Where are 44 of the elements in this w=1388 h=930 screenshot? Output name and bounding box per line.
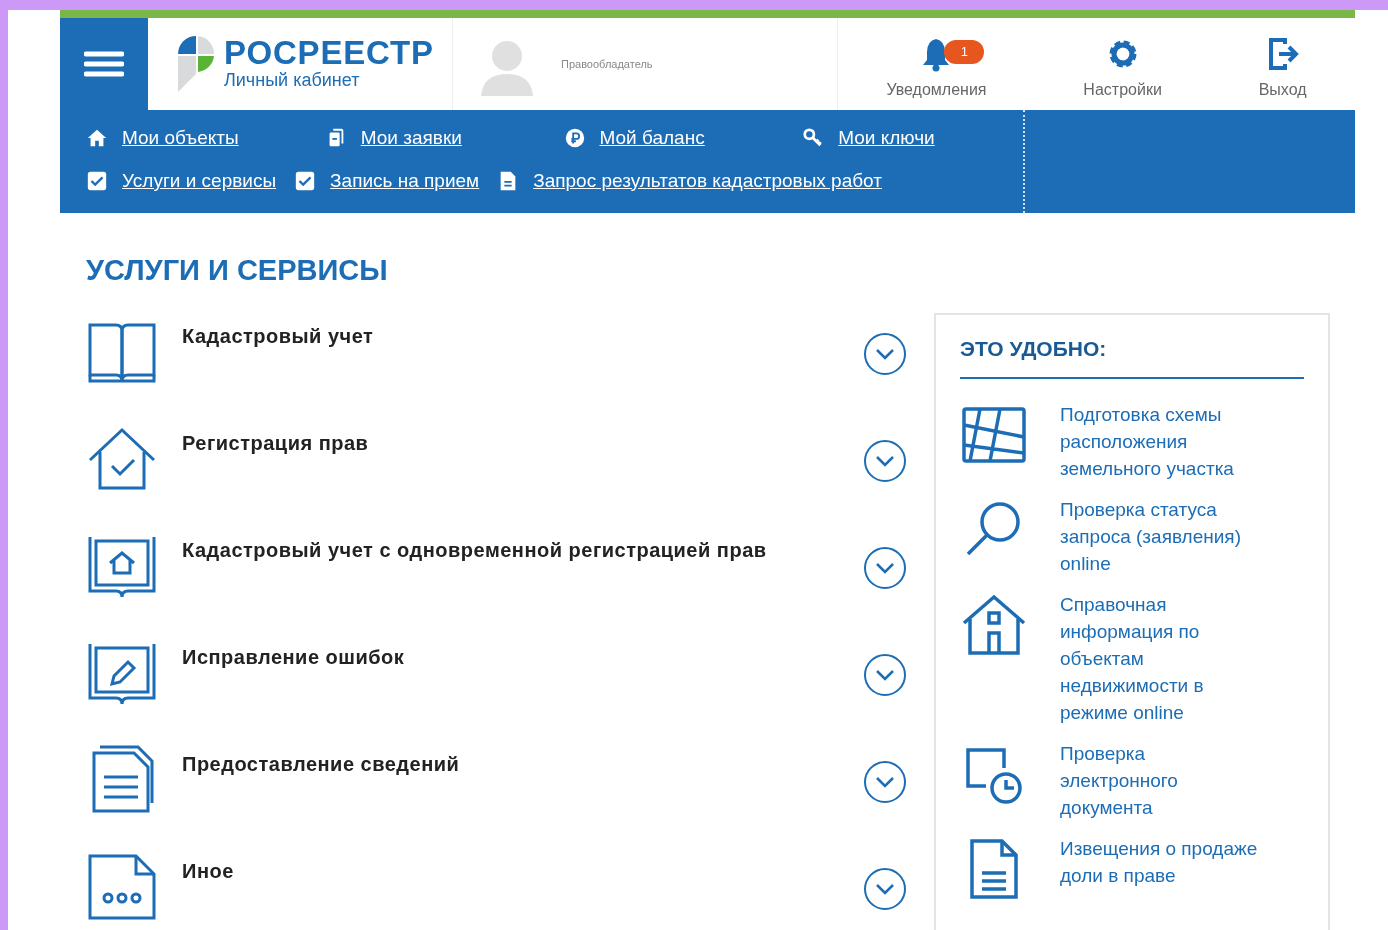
ruble-icon	[563, 127, 586, 150]
service-title: Иное	[182, 858, 235, 884]
logo-subtitle: Личный кабинет	[224, 69, 361, 92]
checkbox-icon	[86, 169, 108, 192]
nav-link[interactable]: Услуги и сервисы	[86, 166, 277, 195]
chevron-down-icon	[875, 775, 895, 788]
sidebar-link[interactable]: Проверка электронного документа	[1060, 739, 1260, 821]
service-title: Кадастровый учет с одновременной регистрацией прав	[182, 537, 768, 563]
nav-link[interactable]: Мои объекты	[86, 124, 307, 153]
service-title: Исправление ошибок	[182, 644, 406, 670]
chevron-down-icon	[875, 882, 895, 895]
sidebar-link[interactable]: Подготовка схемы расположения земельного участка	[1060, 400, 1260, 482]
sidebar-link[interactable]: Проверка статуса запроса (заявления) online	[1060, 495, 1260, 577]
expand-button[interactable]	[864, 760, 906, 803]
logo-title: РОСРЕЕСТР	[224, 36, 434, 70]
nav-link[interactable]: Мои ключи	[802, 124, 1023, 153]
sidebar-link[interactable]: Извещения о продаже доли в праве	[1060, 834, 1260, 903]
notifications-button[interactable]: 1 Уведомления	[886, 36, 987, 102]
sidebar-link[interactable]: Справочная информация по объектам недвижимости в режиме online	[1060, 590, 1260, 726]
user-role: Правообладатель	[561, 56, 653, 72]
nav-link[interactable]: Мой баланс	[563, 124, 785, 153]
chevron-down-icon	[875, 561, 895, 574]
checkbox-icon	[294, 169, 317, 192]
notification-badge: 1	[944, 40, 985, 64]
chevron-down-icon	[875, 454, 895, 467]
service-title: Регистрация прав	[182, 430, 370, 456]
expand-button[interactable]	[864, 439, 906, 482]
chevron-down-icon	[875, 668, 895, 681]
nav-link[interactable]: Мои заявки	[324, 124, 546, 153]
nav-link[interactable]: Запись на прием	[294, 166, 480, 195]
nav-link[interactable]: Запрос результатов кадастровых работ	[497, 166, 882, 195]
settings-button[interactable]: Настройки	[1083, 36, 1162, 102]
service-title: Предоставление сведений	[182, 751, 461, 777]
expand-button[interactable]	[864, 332, 906, 375]
logout-button[interactable]: Выход	[1258, 36, 1307, 102]
service-title: Кадастровый учет	[182, 323, 375, 349]
expand-button[interactable]	[864, 867, 906, 910]
logo-icon	[176, 34, 216, 94]
menu-button[interactable]	[60, 18, 148, 110]
page-title: УСЛУГИ И СЕРВИСЫ	[86, 253, 389, 288]
chevron-down-icon	[875, 347, 895, 360]
expand-button[interactable]	[864, 653, 906, 696]
sidebar-title: ЭТО УДОБНО:	[960, 333, 1304, 379]
expand-button[interactable]	[864, 546, 906, 589]
